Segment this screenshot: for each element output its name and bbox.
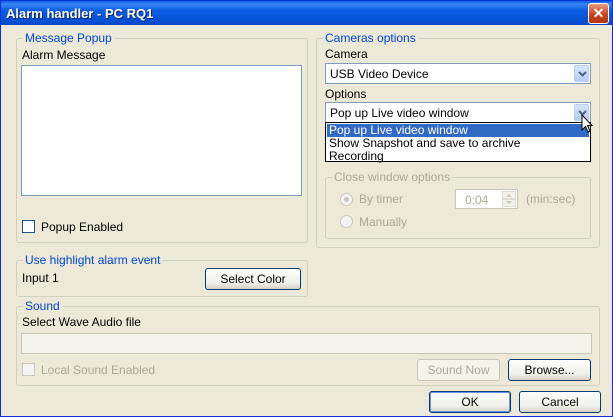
dropdown-option[interactable]: Recording — [327, 150, 589, 163]
cameras-options-legend: Cameras options — [323, 31, 418, 45]
cancel-button[interactable]: Cancel — [519, 391, 601, 413]
sound-legend: Sound — [23, 299, 62, 313]
alarm-message-textarea[interactable] — [21, 65, 302, 196]
local-sound-label[interactable]: Local Sound Enabled — [41, 363, 155, 377]
options-select-value: Pop up Live video window — [330, 106, 469, 120]
window-title: Alarm handler - PC RQ1 — [6, 6, 154, 21]
local-sound-checkbox[interactable] — [22, 363, 35, 376]
spin-up-icon[interactable] — [502, 191, 516, 199]
close-window-options-legend: Close window options — [332, 170, 453, 184]
mouse-pointer-icon — [581, 113, 594, 137]
close-icon[interactable]: ✕ — [588, 3, 609, 24]
sound-now-button[interactable]: Sound Now — [417, 359, 500, 381]
select-wave-label: Select Wave Audio file — [22, 315, 141, 329]
camera-label: Camera — [325, 47, 368, 61]
select-color-button[interactable]: Select Color — [205, 268, 301, 290]
title-bar[interactable]: Alarm handler - PC RQ1 ✕ — [1, 1, 612, 25]
manually-label[interactable]: Manually — [359, 215, 407, 229]
camera-select-value: USB Video Device — [330, 67, 429, 81]
ok-button[interactable]: OK — [429, 391, 511, 413]
browse-button[interactable]: Browse... — [508, 359, 591, 381]
timer-spinner[interactable]: 0:04 — [455, 189, 518, 209]
spin-down-icon[interactable] — [502, 199, 516, 207]
timer-value: 0:04 — [465, 193, 489, 207]
highlight-legend: Use highlight alarm event — [23, 253, 163, 267]
by-timer-radio[interactable] — [340, 193, 353, 206]
options-label: Options — [325, 87, 367, 101]
by-timer-label[interactable]: By timer — [359, 192, 403, 206]
popup-enabled-label[interactable]: Popup Enabled — [41, 220, 123, 234]
alarm-handler-dialog: Alarm handler - PC RQ1 ✕ Message Popup A… — [0, 0, 613, 417]
spin-buttons[interactable] — [502, 191, 516, 207]
alarm-message-label: Alarm Message — [22, 48, 106, 62]
chevron-down-icon[interactable] — [574, 65, 589, 82]
manually-radio[interactable] — [340, 215, 353, 228]
wave-file-input[interactable] — [21, 333, 592, 354]
options-dropdown-list: Pop up Live video window Show Snapshot a… — [325, 122, 591, 163]
message-popup-legend: Message Popup — [23, 31, 114, 45]
camera-select[interactable]: USB Video Device — [325, 63, 591, 84]
timer-unit-label: (min:sec) — [526, 192, 576, 206]
options-select[interactable]: Pop up Live video window — [325, 102, 591, 123]
popup-enabled-checkbox[interactable] — [22, 220, 35, 233]
input-label: Input 1 — [22, 271, 59, 285]
